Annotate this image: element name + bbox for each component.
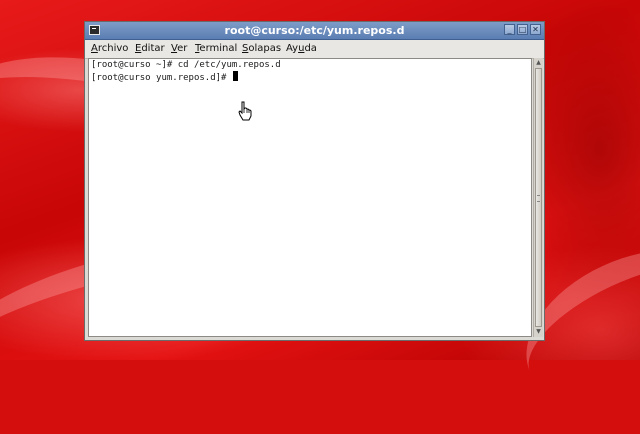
menubar: Archivo Editar Ver Terminal Solapas Ayud…	[85, 40, 544, 59]
maximize-button[interactable]: □	[517, 24, 528, 35]
menu-terminal[interactable]: Terminal	[195, 42, 237, 56]
window-titlebar[interactable]: root@curso:/etc/yum.repos.d _ □ ✕	[85, 22, 544, 40]
terminal-scrollbar[interactable]: ▲ ▼	[533, 58, 543, 337]
terminal-output[interactable]: [root@curso ~]# cd /etc/yum.repos.d [roo…	[88, 58, 532, 337]
scroll-up-icon[interactable]: ▲	[534, 58, 543, 68]
menu-ver[interactable]: Ver	[171, 42, 187, 56]
terminal-prompt-line: [root@curso yum.repos.d]#	[91, 71, 238, 84]
menu-editar[interactable]: Editar	[135, 42, 165, 56]
terminal-line: [root@curso ~]# cd /etc/yum.repos.d	[91, 60, 281, 70]
scrollbar-thumb[interactable]	[535, 68, 542, 327]
scroll-down-icon[interactable]: ▼	[534, 327, 543, 337]
terminal-window: root@curso:/etc/yum.repos.d _ □ ✕ Archiv…	[84, 21, 545, 341]
menu-archivo[interactable]: Archivo	[91, 42, 128, 56]
minimize-button[interactable]: _	[504, 24, 515, 35]
menu-ver-label: er	[177, 43, 188, 54]
menu-archivo-label: rchivo	[97, 43, 129, 54]
close-button[interactable]: ✕	[530, 24, 541, 35]
menu-archivo-mnemonic: A	[91, 43, 98, 54]
hand-cursor-icon	[238, 101, 252, 121]
minimize-icon: _	[507, 25, 512, 34]
menu-solapas-label: olapas	[248, 43, 282, 54]
window-title: root@curso:/etc/yum.repos.d	[224, 24, 405, 37]
menu-ayuda[interactable]: Ayuda	[286, 42, 317, 56]
close-icon: ✕	[532, 25, 539, 34]
menu-ayuda-prefix: Ay	[286, 43, 299, 54]
menu-solapas[interactable]: Solapas	[242, 42, 281, 56]
menu-terminal-label: erminal	[199, 43, 238, 54]
menu-ayuda-label: da	[304, 43, 317, 54]
scrollbar-grip	[537, 195, 540, 202]
text-cursor	[232, 71, 238, 81]
menu-editar-label: ditar	[141, 43, 165, 54]
terminal-prompt: [root@curso yum.repos.d]#	[91, 73, 232, 83]
maximize-icon: □	[518, 25, 527, 34]
